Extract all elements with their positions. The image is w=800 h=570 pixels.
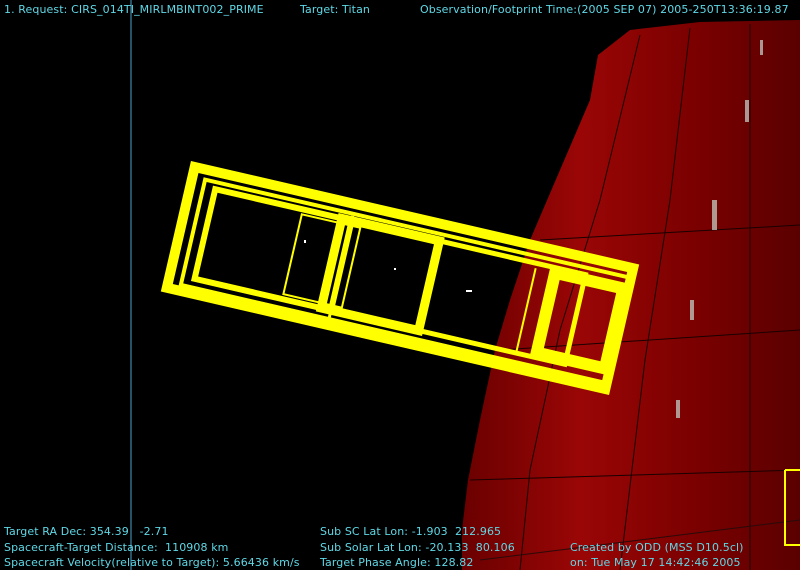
viewport-scene xyxy=(130,0,800,570)
created-on-label: on: Tue May 17 14:42:46 2005 xyxy=(570,556,741,569)
target-label: Target: Titan xyxy=(300,3,370,16)
spacecraft-velocity: Spacecraft Velocity(relative to Target):… xyxy=(4,556,300,569)
target-phase-angle: Target Phase Angle: 128.82 xyxy=(320,556,474,569)
request-label: 1. Request: CIRS_014TI_MIRLMBINT002_PRIM… xyxy=(4,3,264,16)
observation-time-label: Observation/Footprint Time:(2005 SEP 07)… xyxy=(420,3,789,16)
created-by-label: Created by ODD (MSS D10.5cl) xyxy=(570,541,744,554)
target-ra-dec: Target RA Dec: 354.39 -2.71 xyxy=(4,525,169,538)
sub-solar-lat-lon: Sub Solar Lat Lon: -20.133 80.106 xyxy=(320,541,515,554)
sub-sc-lat-lon: Sub SC Lat Lon: -1.903 212.965 xyxy=(320,525,502,538)
spacecraft-target-distance: Spacecraft-Target Distance: 110908 km xyxy=(4,541,229,554)
